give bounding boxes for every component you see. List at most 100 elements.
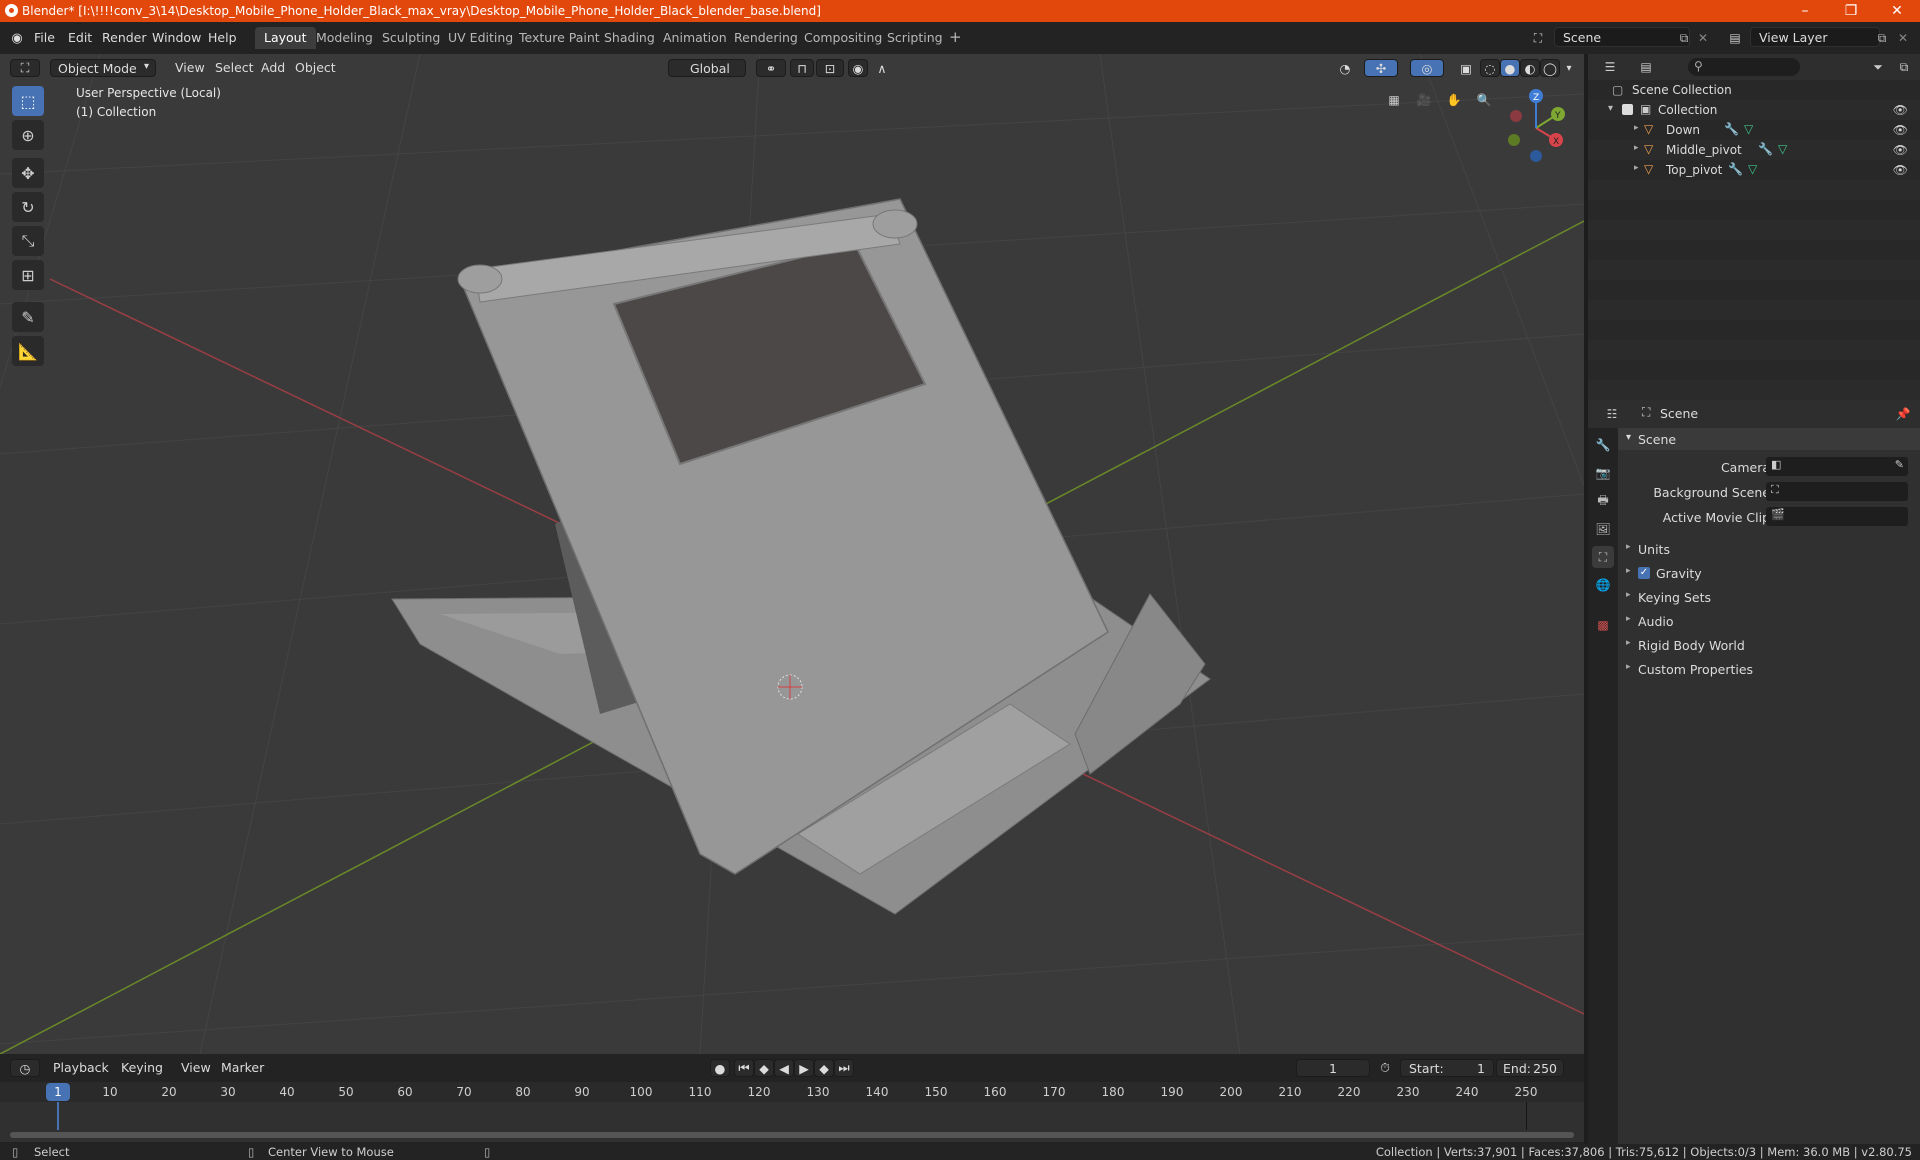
expand-arrow-icon[interactable]: ▸	[1634, 143, 1639, 153]
gizmo-toggle-icon[interactable]: ✣	[1364, 59, 1398, 77]
display-mode-icon[interactable]: ▤	[1632, 58, 1660, 76]
menu-file[interactable]: File	[34, 30, 55, 45]
camera-view-icon[interactable]: 🎥	[1412, 88, 1436, 112]
gizmo-neg-x-handle[interactable]	[1510, 110, 1522, 122]
add-workspace-button[interactable]: +	[940, 25, 971, 47]
collection-checkbox[interactable]	[1622, 104, 1633, 115]
falloff-icon[interactable]: ∧	[870, 59, 894, 77]
play-reverse-icon[interactable]: ◀	[774, 1059, 794, 1077]
cursor-tool[interactable]: ⊕	[12, 120, 44, 150]
visibility-eye-icon[interactable]: 👁	[1893, 103, 1908, 117]
audio-section[interactable]: ▸ Audio	[1618, 610, 1920, 632]
tab-compositing[interactable]: Compositing	[795, 27, 891, 49]
rotate-tool[interactable]: ↻	[12, 192, 44, 222]
eyedropper-icon[interactable]: ✎	[1895, 458, 1904, 471]
gravity-section[interactable]: ▸ ✓ Gravity	[1618, 562, 1920, 584]
shading-rendered-icon[interactable]: ◯	[1540, 59, 1560, 77]
background-scene-field[interactable]: ⛶	[1766, 482, 1908, 501]
viewport-scene[interactable]	[0, 54, 1584, 1054]
scale-tool[interactable]: ⤡	[12, 226, 44, 256]
outliner-item-collection[interactable]: ▾ ▣ Collection 👁	[1588, 100, 1920, 120]
shading-wireframe-icon[interactable]: ◌	[1480, 59, 1500, 77]
transform-orientation-dropdown[interactable]: Global	[668, 59, 746, 77]
view-layer-selector-icon[interactable]: ▤	[1724, 29, 1746, 47]
pan-view-icon[interactable]: ✋	[1442, 88, 1466, 112]
menu-keying[interactable]: Keying	[114, 1059, 170, 1077]
stopwatch-icon[interactable]: ⏱	[1374, 1059, 1396, 1077]
jump-start-icon[interactable]: ⏮	[734, 1059, 754, 1077]
pin-icon[interactable]: 📌	[1894, 405, 1912, 423]
outliner-item-top-pivot[interactable]: ▸ ▽ Top_pivot 🔧 ▽ 👁	[1588, 160, 1920, 180]
world-tab-icon[interactable]: 🌐	[1592, 574, 1614, 596]
timeline-editor-icon[interactable]: ◷	[10, 1059, 40, 1077]
close-window-button[interactable]: ✕	[1874, 0, 1920, 22]
shading-material-icon[interactable]: ◐	[1520, 59, 1540, 77]
outliner-item-scene-collection[interactable]: ▢ Scene Collection	[1588, 80, 1920, 100]
phone-holder-model[interactable]	[391, 198, 1211, 915]
snap-icon[interactable]: ⊓	[790, 59, 814, 77]
scene-selector-icon[interactable]: ⛶	[1527, 29, 1549, 47]
record-icon[interactable]: ●	[710, 1059, 730, 1077]
transform-tool[interactable]: ⊞	[12, 260, 44, 290]
blender-menu-icon[interactable]: ◉	[9, 31, 25, 46]
texture-tab-icon[interactable]: ▩	[1592, 614, 1614, 636]
new-collection-icon[interactable]: ⧉	[1894, 58, 1914, 76]
tab-modeling[interactable]: Modeling	[307, 27, 382, 49]
shading-solid-icon[interactable]: ●	[1500, 59, 1520, 77]
tab-sculpting[interactable]: Sculpting	[373, 27, 449, 49]
filter-icon[interactable]: ⏷	[1866, 58, 1890, 76]
minimize-button[interactable]: –	[1782, 0, 1828, 22]
view-layer-tab-icon[interactable]: 🖼	[1592, 518, 1614, 540]
expand-arrow-icon[interactable]: ▾	[1608, 103, 1613, 114]
select-box-tool[interactable]: ⬚	[12, 86, 44, 116]
camera-field[interactable]: ◧ ✎	[1766, 457, 1908, 476]
outliner-editor-icon[interactable]: ☰	[1596, 58, 1624, 76]
visibility-icon[interactable]: ◔	[1330, 59, 1360, 77]
expand-arrow-icon[interactable]: ▸	[1634, 123, 1639, 133]
modifier-wrench-icon[interactable]: 🔧	[1728, 162, 1743, 176]
next-keyframe-icon[interactable]: ◆	[814, 1059, 834, 1077]
delete-view-layer-icon[interactable]: ✕	[1896, 29, 1910, 47]
timeline-scrollbar[interactable]	[10, 1132, 1574, 1138]
object-mode-dropdown[interactable]: Object Mode ▾	[50, 59, 156, 77]
3d-viewport[interactable]: ⛶ Object Mode ▾ View Select Add Object G…	[0, 54, 1584, 1054]
keying-sets-section[interactable]: ▸ Keying Sets	[1618, 586, 1920, 608]
scene-tab-icon[interactable]: ⛶	[1592, 546, 1614, 568]
gizmo-neg-y-handle[interactable]	[1508, 134, 1520, 146]
start-frame-field[interactable]: Start: 1	[1400, 1059, 1494, 1077]
output-tab-icon[interactable]: 🖶	[1592, 490, 1614, 512]
prev-keyframe-icon[interactable]: ◆	[754, 1059, 774, 1077]
menu-playback[interactable]: Playback	[46, 1059, 116, 1077]
menu-add[interactable]: Add	[254, 59, 292, 77]
scene-panel-header[interactable]: ▾ Scene	[1618, 428, 1920, 450]
visibility-eye-icon[interactable]: 👁	[1893, 163, 1908, 177]
mesh-data-icon[interactable]: ▽	[1744, 122, 1753, 136]
pivot-point-icon[interactable]: ⚭	[756, 59, 786, 77]
rigid-body-world-section[interactable]: ▸ Rigid Body World	[1618, 634, 1920, 656]
move-tool[interactable]: ✥	[12, 158, 44, 188]
snap-target-icon[interactable]: ⊡	[816, 59, 844, 77]
menu-window[interactable]: Window	[152, 30, 201, 45]
visibility-eye-icon[interactable]: 👁	[1893, 123, 1908, 137]
menu-object[interactable]: Object	[288, 59, 343, 77]
outliner-item-down[interactable]: ▸ ▽ Down 🔧 ▽ 👁	[1588, 120, 1920, 140]
timeline-track-area[interactable]	[0, 1102, 1584, 1142]
jump-end-icon[interactable]: ⏭	[834, 1059, 854, 1077]
menu-render[interactable]: Render	[102, 30, 147, 45]
end-frame-field[interactable]: End: 250	[1496, 1059, 1564, 1077]
gravity-checkbox[interactable]: ✓	[1638, 567, 1650, 579]
visibility-eye-icon[interactable]: 👁	[1893, 143, 1908, 157]
active-movie-clip-field[interactable]: 🎬	[1766, 507, 1908, 526]
overlay-toggle-icon[interactable]: ◎	[1410, 59, 1444, 77]
menu-help[interactable]: Help	[208, 30, 237, 45]
play-icon[interactable]: ▶	[794, 1059, 814, 1077]
tab-animation[interactable]: Animation	[654, 27, 736, 49]
measure-tool[interactable]: 📐	[12, 336, 44, 366]
current-frame-field[interactable]: 1	[1296, 1059, 1370, 1077]
menu-select[interactable]: Select	[208, 59, 261, 77]
delete-scene-icon[interactable]: ✕	[1696, 29, 1710, 47]
view-layer-field[interactable]: View Layer	[1750, 27, 1880, 47]
modifier-wrench-icon[interactable]: 🔧	[1724, 122, 1739, 136]
modifier-wrench-icon[interactable]: 🔧	[1758, 142, 1773, 156]
expand-arrow-icon[interactable]: ▸	[1634, 163, 1639, 173]
